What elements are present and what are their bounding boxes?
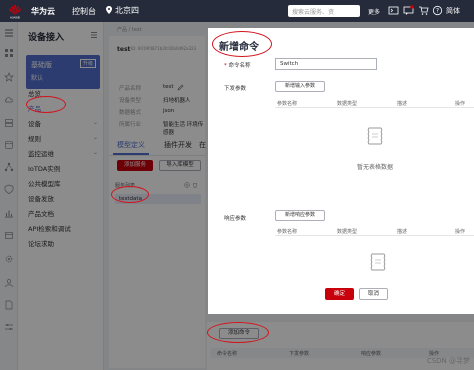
- empty-table-text: 暂无表格数据: [357, 164, 394, 171]
- region-label: 北京四: [115, 6, 139, 15]
- console-link[interactable]: 控制台: [72, 6, 96, 17]
- help-icon[interactable]: ?: [432, 5, 443, 16]
- column-header: 描述: [397, 101, 408, 107]
- brand-name[interactable]: 华为云: [31, 6, 55, 17]
- user-menu[interactable]: 简体: [446, 6, 460, 16]
- huawei-logo[interactable]: HUAWEI: [5, 3, 25, 19]
- confirm-button[interactable]: 确定: [325, 288, 354, 300]
- location-pin-icon: [106, 6, 112, 14]
- input-param-table-header: 参数名称 数据类型 描述 操作: [275, 98, 474, 108]
- region-selector[interactable]: 北京四: [106, 5, 139, 16]
- column-header: 数据类型: [337, 101, 358, 107]
- dialog-title: 新增命令: [219, 42, 259, 53]
- command-name-label-text: 命令名称: [228, 63, 251, 69]
- add-response-param-button[interactable]: 新增响应参数: [275, 210, 325, 221]
- global-search-input[interactable]: 搜索云服务、资: [288, 5, 360, 17]
- add-input-param-button[interactable]: 新增输入参数: [275, 81, 325, 92]
- more-menu[interactable]: 更多: [368, 7, 380, 16]
- top-navigation-bar: HUAWEI 华为云 控制台 北京四 搜索云服务、资 更多 ? 简体: [0, 0, 474, 22]
- column-header: 操作: [455, 101, 466, 107]
- terminal-icon[interactable]: [388, 5, 399, 16]
- response-params-label: 响应参数: [224, 216, 247, 222]
- column-header: 参数名称: [277, 101, 298, 107]
- cancel-button[interactable]: 取消: [359, 288, 388, 300]
- column-header: 数据类型: [337, 229, 358, 235]
- add-command-dialog: 新增命令 * 命令名称 Switch 下发参数 新增输入参数 参数名称 数据类型…: [208, 28, 474, 314]
- empty-table-icon: [370, 253, 386, 271]
- command-name-label: * 命令名称: [224, 61, 251, 69]
- command-name-input[interactable]: Switch: [275, 58, 377, 70]
- empty-table-icon: [367, 127, 383, 145]
- down-params-label: 下发参数: [224, 86, 247, 92]
- response-param-table-header: 参数名称 数据类型 描述 操作: [275, 226, 474, 236]
- svg-text:HUAWEI: HUAWEI: [10, 16, 20, 20]
- column-header: 操作: [455, 229, 466, 235]
- column-header: 描述: [397, 229, 408, 235]
- cart-icon[interactable]: [418, 5, 429, 16]
- svg-text:?: ?: [436, 8, 439, 15]
- column-header: 参数名称: [277, 229, 298, 235]
- message-icon[interactable]: [403, 5, 414, 16]
